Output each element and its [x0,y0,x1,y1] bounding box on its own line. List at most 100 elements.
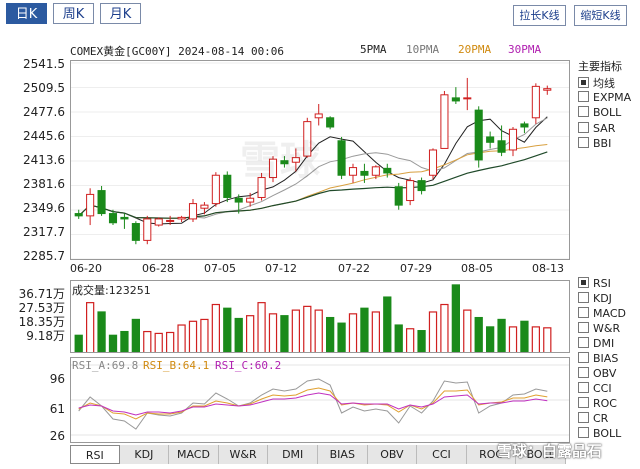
indicator-sub-item[interactable]: DMI [578,337,614,350]
indicator-sub-item[interactable]: BOLL [578,427,621,440]
candle-body [188,203,198,220]
volume-bar [508,326,518,352]
tab-week-k[interactable]: 周K [53,3,94,24]
shorten-k-button[interactable]: 缩短K线 [574,5,627,26]
volume-bar [280,315,289,352]
indicator-tab[interactable]: MACD [169,445,219,464]
volume-bar [394,324,403,352]
indicator-sub-item[interactable]: RSI [578,277,611,290]
volume-bar [337,322,346,352]
volume-bar [200,318,209,352]
rsi-c-line [78,392,548,416]
candle-body [200,204,209,209]
checkbox-icon[interactable] [578,337,589,348]
candle-body [428,149,438,176]
volume-bar [303,305,312,352]
indicator-sub-item[interactable]: CR [578,412,608,425]
checkbox-icon[interactable] [578,77,589,88]
rsi-y-tick: 26 [49,429,65,443]
rsi-b-label: RSI_B:64.1 [143,359,210,372]
indicator-main-item[interactable]: SAR [578,121,615,135]
price-y-tick: 2317.7 [23,225,65,239]
candle-body [234,197,243,203]
volume-bar [177,324,186,352]
indicator-label: CCI [593,382,612,395]
rsi-a-label: RSI_A:69.8 [72,359,139,372]
indicator-label: BBI [593,137,612,150]
volume-bar [486,326,495,352]
checkbox-icon[interactable] [578,427,589,438]
checkbox-icon[interactable] [578,277,589,288]
indicator-sub-item[interactable]: MACD [578,307,626,320]
indicator-sub-item[interactable]: W&R [578,322,620,335]
volume-bar [348,313,358,352]
candle-body [131,223,140,241]
indicator-sub-item[interactable]: KDJ [578,292,612,305]
indicator-tab[interactable]: DMI [268,445,318,464]
indicator-label: BOLL [593,106,622,119]
indicator-sub-item[interactable]: CCI [578,382,612,395]
price-y-tick: 2381.6 [23,177,65,191]
indicator-tab[interactable]: CCI [417,445,467,464]
checkbox-icon[interactable] [578,412,589,423]
volume-bar [223,307,232,352]
checkbox-icon[interactable] [578,352,589,363]
tab-month-k[interactable]: 月K [100,3,141,24]
indicator-main-item[interactable]: 均线 [578,75,615,91]
indicator-main-item[interactable]: EXPMA [578,90,632,104]
volume-bar [451,284,461,352]
indicator-label: DMI [593,337,615,350]
checkbox-icon[interactable] [578,121,589,133]
indicator-label: W&R [593,322,621,335]
price-x-tick: 06-28 [142,262,174,275]
candle-body [383,167,392,174]
indicator-sub-item[interactable]: OBV [578,367,616,380]
volume-bar [417,330,426,352]
indicators-title: 主要指标 [578,60,622,73]
volume-bar [474,316,483,352]
indicator-sub-item[interactable]: ROC [578,397,617,410]
checkbox-icon[interactable] [578,90,589,102]
candle-body [520,123,529,128]
checkbox-icon[interactable] [578,397,589,408]
price-x-tick: 07-12 [265,262,297,275]
indicator-label: EXPMA [593,90,632,104]
volume-bar [531,326,541,352]
lengthen-k-button[interactable]: 拉长K线 [513,5,566,26]
price-x-tick: 06-20 [70,262,102,275]
candle-body [326,117,335,128]
indicator-tab[interactable]: OBV [367,445,418,464]
chart-watermark: 雪球 [240,138,320,184]
candle-body [360,170,369,176]
candle-body [348,167,358,176]
indicator-label: KDJ [593,292,612,305]
checkbox-icon[interactable] [578,137,589,148]
ma-legend-30: 30PMA [508,43,542,56]
checkbox-icon[interactable] [578,367,589,378]
tab-day-k[interactable]: 日K [6,3,47,24]
price-y-tick: 2509.5 [23,81,65,95]
indicator-tab[interactable]: RSI [70,445,120,464]
indicator-sub-item[interactable]: BIAS [578,352,618,365]
price-y-tick: 2541.5 [23,57,65,71]
volume-bar [428,311,438,352]
price-x-tick: 07-05 [204,262,236,275]
checkbox-icon[interactable] [578,307,589,318]
price-y-tick: 2285.7 [23,249,65,263]
indicator-main-item[interactable]: BOLL [578,106,621,119]
checkbox-icon[interactable] [578,292,589,303]
indicator-tab[interactable]: W&R [218,445,269,464]
indicator-tab[interactable]: BIAS [318,445,368,464]
checkbox-icon[interactable] [578,106,589,117]
price-x-tick: 08-13 [532,262,564,275]
checkbox-icon[interactable] [578,322,589,333]
indicator-label: RSI [593,277,611,290]
checkbox-icon[interactable] [578,382,589,393]
price-y-tick: 2445.6 [23,129,65,143]
indicator-tab[interactable]: KDJ [119,445,170,464]
candle-body [223,174,232,198]
price-panel [70,60,570,260]
volume-bar [211,303,220,352]
candle-body [463,97,472,100]
indicator-main-item[interactable]: BBI [578,137,611,150]
